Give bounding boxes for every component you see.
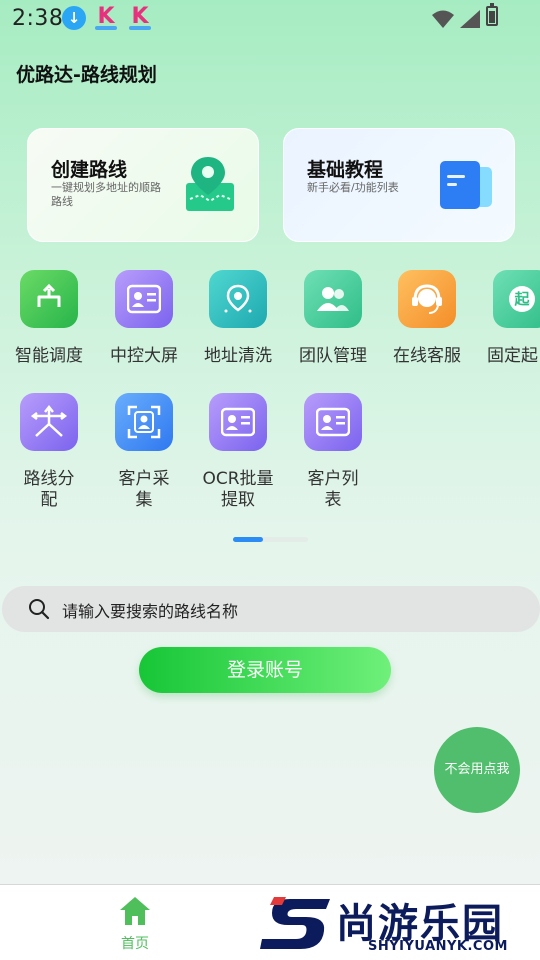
fixed-start-icon: 起 bbox=[493, 270, 540, 328]
nav-home[interactable]: 首页 bbox=[112, 895, 158, 953]
id-card-icon bbox=[115, 270, 173, 328]
tutorial-card[interactable]: 基础教程 新手必看/功能列表 bbox=[283, 128, 515, 242]
help-button[interactable]: 不会用点我 bbox=[434, 727, 520, 813]
login-button[interactable]: 登录账号 bbox=[139, 647, 391, 693]
search-placeholder: 请输入要搜索的路线名称 bbox=[62, 602, 239, 621]
card-title: 创建路线 bbox=[51, 159, 128, 181]
feature-online-service[interactable]: 在线客服 bbox=[381, 270, 473, 367]
cell-signal-icon bbox=[460, 10, 480, 28]
map-pin-icon bbox=[186, 157, 234, 211]
feature-smart-dispatch[interactable]: 智能调度 bbox=[3, 270, 95, 367]
feature-route-distribute[interactable]: 路线分 配 bbox=[3, 393, 95, 511]
app-k-icon: K bbox=[128, 6, 152, 30]
feature-customer-collect[interactable]: 客户采 集 bbox=[98, 393, 190, 511]
route-split-icon bbox=[20, 270, 78, 328]
home-icon bbox=[120, 897, 150, 925]
watermark-s-icon bbox=[260, 897, 330, 949]
feature-fixed-start[interactable]: 起 固定起 bbox=[475, 270, 540, 367]
search-icon bbox=[29, 599, 50, 620]
feature-label: 路线分 配 bbox=[23, 469, 75, 510]
id-card-icon bbox=[304, 393, 362, 451]
feature-label: 团队管理 bbox=[299, 346, 367, 366]
feature-label: 客户采 集 bbox=[118, 469, 170, 510]
feature-label: 地址清洗 bbox=[204, 346, 272, 366]
bottom-nav: 首页 尚游乐园 SHYIYUANYK.COM bbox=[0, 884, 540, 960]
nav-home-label: 首页 bbox=[121, 936, 149, 952]
card-subtitle: 新手必看/功能列表 bbox=[307, 181, 399, 194]
feature-customer-list[interactable]: 客户列 表 bbox=[287, 393, 379, 511]
id-card-icon bbox=[209, 393, 267, 451]
create-route-card[interactable]: 创建路线 一键规划多地址的顺路路线 bbox=[27, 128, 259, 242]
location-pin-icon bbox=[209, 270, 267, 328]
watermark-logo: 尚游乐园 SHYIYUANYK.COM bbox=[258, 891, 540, 959]
feature-team-manage[interactable]: 团队管理 bbox=[287, 270, 379, 367]
feature-control-screen[interactable]: 中控大屏 bbox=[98, 270, 190, 367]
feature-address-clean[interactable]: 地址清洗 bbox=[192, 270, 284, 367]
watermark-en: SHYIYUANYK.COM bbox=[368, 939, 508, 954]
feature-label: 智能调度 bbox=[15, 346, 83, 366]
battery-icon bbox=[486, 3, 498, 26]
feature-label: 客户列 表 bbox=[307, 469, 359, 510]
status-time: 2:38 bbox=[12, 6, 64, 31]
card-subtitle: 一键规划多地址的顺路路线 bbox=[51, 181, 161, 208]
headset-icon bbox=[398, 270, 456, 328]
wifi-icon bbox=[432, 10, 454, 28]
feature-label: OCR批量 提取 bbox=[202, 469, 274, 510]
search-input[interactable]: 请输入要搜索的路线名称 bbox=[2, 586, 540, 632]
team-icon bbox=[304, 270, 362, 328]
app-k-icon: K bbox=[94, 6, 118, 30]
feature-ocr-extract[interactable]: OCR批量 提取 bbox=[192, 393, 284, 511]
page-indicator-active bbox=[233, 537, 263, 542]
page-title: 优路达-路线规划 bbox=[16, 64, 157, 86]
scan-person-icon bbox=[115, 393, 173, 451]
download-icon: ↓ bbox=[62, 6, 86, 30]
status-bar: 2:38 ↓ K K bbox=[0, 0, 540, 36]
folder-icon bbox=[440, 161, 492, 209]
app-screen: 2:38 ↓ K K 优路达-路线规划 创建路线 一键规划多地址的顺路路线 基础… bbox=[0, 0, 540, 884]
distribute-arrows-icon bbox=[20, 393, 78, 451]
card-title: 基础教程 bbox=[307, 159, 384, 181]
start-badge: 起 bbox=[509, 286, 535, 312]
page-indicator bbox=[233, 537, 308, 542]
feature-label: 固定起 bbox=[487, 346, 538, 366]
feature-label: 中控大屏 bbox=[110, 346, 178, 366]
feature-label: 在线客服 bbox=[393, 346, 461, 366]
